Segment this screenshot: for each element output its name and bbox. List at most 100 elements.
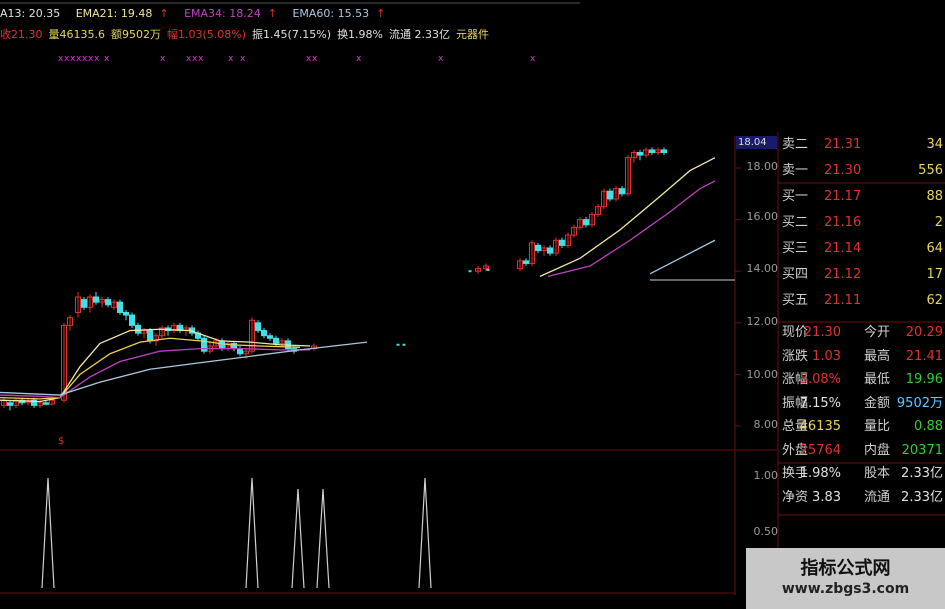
quote-value: 2.33亿 bbox=[901, 466, 943, 481]
indicator-tick-label: 1.00 bbox=[753, 469, 779, 482]
quote-row: 涨幅 5.08% 最低 19.96 bbox=[778, 368, 945, 392]
quote-value: 7.15% bbox=[799, 395, 841, 411]
candle-body bbox=[147, 330, 153, 342]
quote-label: 净资 bbox=[782, 489, 809, 505]
order-book-row: 买三 21.14 64 bbox=[778, 236, 945, 262]
flat-candle bbox=[402, 343, 406, 346]
candle-body bbox=[123, 311, 129, 316]
quote-value: 3.83 bbox=[812, 489, 841, 505]
order-price: 21.17 bbox=[824, 189, 862, 204]
ema34-line bbox=[0, 347, 310, 399]
order-book-row: 买五 21.11 62 bbox=[778, 288, 945, 314]
flat-candle bbox=[486, 268, 490, 271]
candle-body bbox=[607, 190, 613, 200]
signal-mark: x bbox=[228, 54, 234, 64]
candle-body bbox=[93, 296, 99, 303]
quote-value: 20371 bbox=[901, 442, 943, 458]
quote-row: 现价 21.30 今开 20.29 bbox=[778, 321, 945, 345]
candle-body bbox=[117, 301, 123, 313]
candle-body bbox=[583, 219, 589, 226]
quote-label: 量比 bbox=[864, 419, 891, 434]
price-tick-label: 8.00 bbox=[753, 418, 779, 431]
quote-row: 振幅 7.15% 金额 9502万 bbox=[778, 392, 945, 416]
order-volume: 34 bbox=[926, 137, 943, 152]
candle-body bbox=[105, 299, 111, 306]
candle-body bbox=[43, 402, 49, 405]
quote-value: 19.96 bbox=[905, 372, 943, 387]
quote-value: 25764 bbox=[799, 442, 841, 458]
price-tick-label: 16.00 bbox=[746, 210, 779, 223]
order-book-row: 买二 21.16 2 bbox=[778, 210, 945, 236]
order-level-label: 卖二 bbox=[782, 137, 809, 152]
price-tick-label: 12.00 bbox=[746, 315, 779, 328]
quote-row: 总量 46135 量比 0.88 bbox=[778, 415, 945, 439]
candle-body bbox=[637, 152, 643, 156]
flat-candle bbox=[468, 270, 472, 273]
watermark-url: www.zbgs3.com bbox=[781, 581, 910, 597]
order-level-label: 买五 bbox=[782, 293, 809, 308]
candle-body bbox=[81, 299, 87, 308]
quote-value: 21.41 bbox=[905, 348, 943, 364]
order-price: 21.11 bbox=[824, 293, 862, 308]
order-level-label: 买一 bbox=[782, 189, 809, 204]
order-volume: 64 bbox=[926, 241, 943, 256]
order-volume: 556 bbox=[918, 163, 943, 178]
order-price: 21.30 bbox=[824, 163, 862, 178]
quote-value: 5.08% bbox=[799, 372, 841, 387]
indicator-spike bbox=[291, 488, 305, 589]
order-price: 21.14 bbox=[824, 241, 862, 256]
quote-label: 金额 bbox=[864, 395, 891, 411]
indicator-spike bbox=[245, 477, 259, 589]
quote-row: 净资 3.83 流通 2.33亿 bbox=[778, 486, 945, 510]
signal-mark: x bbox=[438, 54, 444, 64]
quote-panel: 卖二 21.31 34 卖一 21.30 556 买一 21.17 88 买二 21.16 2 买三 21… bbox=[778, 132, 945, 509]
quote-label: 股本 bbox=[864, 466, 891, 481]
quote-row: 涨跌 1.03 最高 21.41 bbox=[778, 345, 945, 369]
quote-value: 1.03 bbox=[812, 348, 841, 364]
order-level-label: 卖一 bbox=[782, 163, 809, 178]
order-level-label: 买四 bbox=[782, 267, 809, 282]
signal-mark: x bbox=[94, 54, 100, 64]
order-book-row: 买一 21.17 88 bbox=[778, 184, 945, 210]
candle-body bbox=[7, 402, 13, 406]
quote-value: 9502万 bbox=[896, 395, 943, 411]
signal-mark: x bbox=[240, 54, 246, 64]
candle-body bbox=[135, 324, 141, 334]
quote-value: 2.33亿 bbox=[901, 489, 943, 505]
quote-label: 流通 bbox=[864, 489, 891, 505]
indicator-spike bbox=[316, 488, 330, 589]
watermark-title: 指标公式网 bbox=[800, 558, 891, 579]
candle-body bbox=[129, 314, 135, 326]
order-book: 卖二 21.31 34 卖一 21.30 556 买一 21.17 88 买二 21.16 2 买三 21… bbox=[778, 132, 945, 314]
price-tick-label: 14.00 bbox=[746, 262, 779, 275]
order-volume: 2 bbox=[934, 215, 943, 230]
signal-mark: x bbox=[104, 54, 110, 64]
price-tick-label: 18.00 bbox=[746, 160, 779, 173]
indicator-spike bbox=[41, 477, 55, 589]
order-book-row: 买四 21.12 17 bbox=[778, 262, 945, 288]
signal-mark: x bbox=[312, 54, 318, 64]
candle-body bbox=[261, 330, 267, 337]
price-axis-box: 18.04 bbox=[736, 136, 777, 149]
quote-label: 今开 bbox=[864, 325, 891, 340]
quote-value: 21.30 bbox=[803, 325, 841, 340]
price-tick-label: 10.00 bbox=[746, 368, 779, 381]
signal-mark: x bbox=[530, 54, 536, 64]
order-book-row: 卖一 21.30 556 bbox=[778, 158, 945, 184]
order-price: 21.12 bbox=[824, 267, 862, 282]
watermark: 指标公式网 www.zbgs3.com bbox=[746, 548, 945, 609]
order-price: 21.31 bbox=[824, 137, 862, 152]
order-level-label: 买二 bbox=[782, 215, 809, 230]
candle-body bbox=[523, 260, 529, 264]
quote-value: 1.98% bbox=[799, 466, 841, 481]
quote-label: 涨跌 bbox=[782, 348, 809, 364]
candle-body bbox=[237, 348, 243, 355]
ema60-line bbox=[649, 239, 716, 275]
order-volume: 88 bbox=[926, 189, 943, 204]
quote-label: 最高 bbox=[864, 348, 891, 364]
quote-label: 最低 bbox=[864, 372, 891, 387]
quote-value: 20.29 bbox=[905, 325, 943, 340]
candle-body bbox=[219, 340, 225, 350]
order-volume: 62 bbox=[926, 293, 943, 308]
candle-body bbox=[661, 149, 667, 154]
